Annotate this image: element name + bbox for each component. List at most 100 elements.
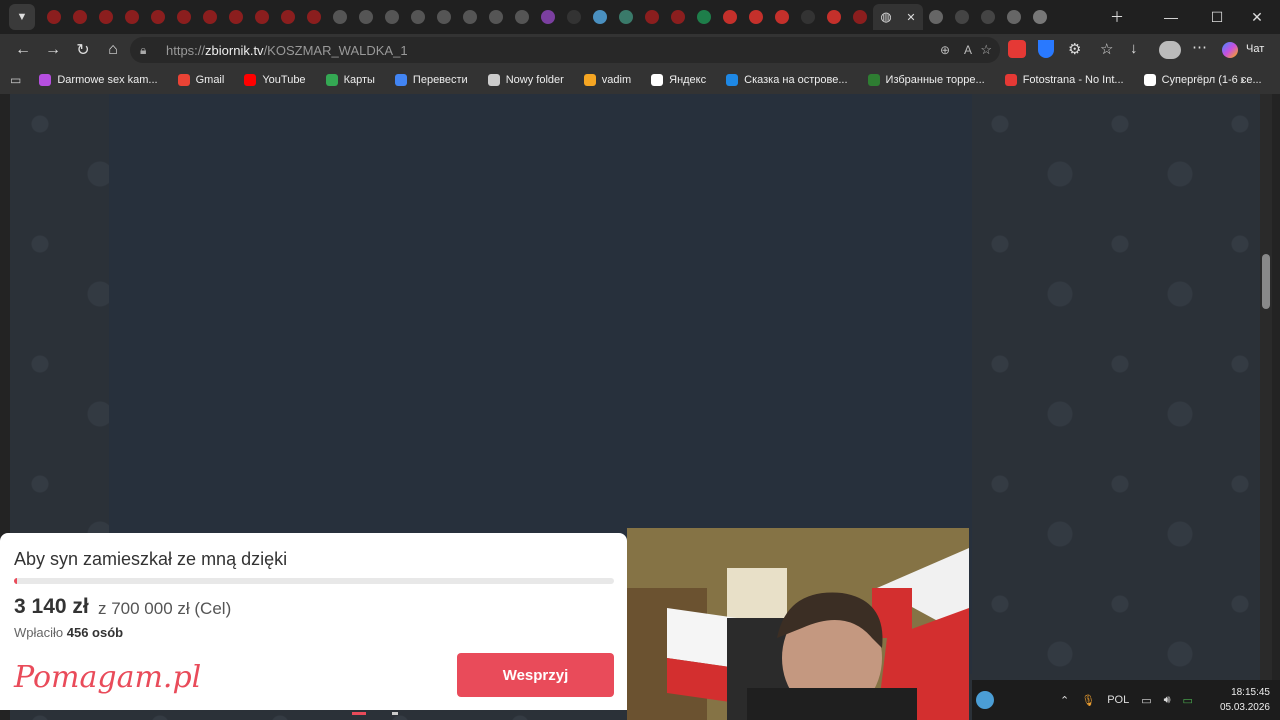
browser-tab[interactable] [847, 4, 873, 30]
browser-tab[interactable] [119, 4, 145, 30]
home-button[interactable]: ⌂ [98, 35, 128, 65]
clock[interactable]: 18:15:45 05.03.2026 [1220, 685, 1270, 715]
extension-red-icon[interactable] [1008, 40, 1026, 58]
browser-tab[interactable] [145, 4, 171, 30]
browser-tab[interactable] [275, 4, 301, 30]
support-button[interactable]: Wesprzyj [457, 653, 614, 697]
browser-tab[interactable] [353, 4, 379, 30]
bookmark-item[interactable]: Darmowe sex kam... [39, 74, 158, 86]
browser-tab[interactable] [509, 4, 535, 30]
browser-tab[interactable] [949, 4, 975, 30]
browser-tab[interactable] [743, 4, 769, 30]
browser-tab[interactable] [379, 4, 405, 30]
browser-tab[interactable] [171, 4, 197, 30]
browser-tab[interactable] [535, 4, 561, 30]
bookmark-item[interactable]: Сказка на острове... [726, 74, 848, 86]
browser-tab[interactable] [93, 4, 119, 30]
shield-extension-icon[interactable] [1038, 40, 1054, 58]
browser-tab[interactable] [457, 4, 483, 30]
bookmark-favicon-icon [867, 74, 880, 86]
bookmarks-overflow-chevron-icon[interactable]: › [1240, 71, 1245, 87]
bookmark-item[interactable]: Избранные торре... [867, 74, 985, 86]
browser-tab[interactable] [717, 4, 743, 30]
new-tab-button[interactable]: ＋ [1094, 0, 1140, 34]
browser-tab[interactable] [327, 4, 353, 30]
browser-tab[interactable] [923, 4, 949, 30]
collections-icon[interactable]: ▭ [10, 73, 21, 87]
tab-favicon-icon [307, 10, 321, 24]
copilot-label[interactable]: Чат [1246, 43, 1264, 55]
back-button[interactable]: ← [8, 35, 38, 65]
bookmark-item[interactable]: Gmail [177, 74, 224, 86]
browser-tab[interactable] [223, 4, 249, 30]
bookmark-item[interactable]: Карты [325, 74, 375, 86]
bookmark-item[interactable]: vadim [583, 74, 632, 86]
browser-tab[interactable] [197, 4, 223, 30]
battery-icon[interactable]: ▭ [1183, 694, 1193, 707]
browser-tab[interactable] [821, 4, 847, 30]
browser-tab[interactable] [431, 4, 457, 30]
scrollbar-thumb[interactable] [1262, 254, 1270, 309]
browser-tab[interactable] [1001, 4, 1027, 30]
webcam-overlay [627, 528, 969, 720]
browser-tab[interactable] [587, 4, 613, 30]
download-icon[interactable]: ↓ [1130, 40, 1138, 57]
language-indicator[interactable]: POL [1107, 694, 1129, 706]
reload-button[interactable]: ↻ [68, 35, 98, 65]
show-hidden-icons-chevron-icon[interactable]: ⌃ [1060, 694, 1069, 707]
tab-favicon-icon [203, 10, 217, 24]
minimize-button[interactable]: — [1148, 0, 1194, 34]
browser-tab[interactable] [975, 4, 1001, 30]
scrollbar[interactable] [1260, 94, 1272, 720]
zoom-icon[interactable]: ⊕ [940, 43, 950, 57]
tab-favicon-icon [1007, 10, 1021, 24]
bookmark-item[interactable]: Перевести [394, 74, 468, 86]
tab-favicon-icon [411, 10, 425, 24]
browser-tab[interactable] [301, 4, 327, 30]
browser-tab[interactable] [769, 4, 795, 30]
bookmark-item[interactable]: Fotostrana - No Int... [1004, 74, 1124, 86]
network-icon[interactable]: ▭ [1141, 694, 1151, 707]
close-tab-icon[interactable]: ✕ [906, 11, 915, 24]
extensions-puzzle-icon[interactable]: ⚙ [1068, 40, 1081, 58]
tab-favicon-icon [671, 10, 685, 24]
tab-favicon-icon [593, 10, 607, 24]
bookmark-item[interactable]: Яндекс [651, 74, 706, 86]
browser-tab[interactable] [561, 4, 587, 30]
bookmark-item[interactable]: YouTube [244, 74, 306, 86]
indicator-active [352, 712, 366, 715]
profile-avatar[interactable] [1159, 41, 1181, 59]
read-aloud-icon[interactable]: A [964, 43, 972, 57]
bookmark-label: Nowy folder [505, 74, 564, 86]
tab-favicon-icon [73, 10, 87, 24]
browser-tab[interactable] [483, 4, 509, 30]
tab-favicon-icon [229, 10, 243, 24]
close-window-button[interactable]: ✕ [1234, 0, 1280, 34]
active-tab[interactable]: ◍ ✕ [873, 4, 923, 30]
address-bar[interactable]: 🔒︎ https://zbiornik.tv/KOSZMAR_WALDKA_1 … [130, 37, 1000, 63]
weather-icon[interactable] [976, 691, 994, 709]
forward-button[interactable]: → [38, 35, 68, 65]
favorites-icon[interactable]: ☆ [1100, 40, 1113, 58]
more-menu-icon[interactable]: ⋯ [1192, 38, 1207, 56]
microphone-icon[interactable]: 🎙︎ [1081, 694, 1095, 707]
browser-tab[interactable] [249, 4, 275, 30]
donation-goal: z 700 000 zł (Cel) [98, 599, 232, 618]
browser-tab[interactable] [405, 4, 431, 30]
browser-tab[interactable] [691, 4, 717, 30]
browser-tab[interactable] [795, 4, 821, 30]
favorite-star-icon[interactable]: ☆ [980, 42, 992, 58]
volume-icon[interactable]: 🔊︎ [1164, 694, 1171, 707]
browser-tab[interactable] [67, 4, 93, 30]
bookmark-label: vadim [601, 74, 632, 86]
browser-tab[interactable] [1027, 4, 1053, 30]
tab-actions-dropdown[interactable]: ▼ [9, 4, 35, 30]
browser-tab[interactable] [665, 4, 691, 30]
browser-tab[interactable] [613, 4, 639, 30]
pomagam-logo[interactable]: Pomagam.pl [14, 660, 201, 695]
browser-tab[interactable] [639, 4, 665, 30]
bookmark-item[interactable]: Nowy folder [487, 74, 564, 86]
donation-progress-fill [14, 578, 17, 584]
copilot-icon[interactable] [1222, 42, 1238, 58]
browser-tab[interactable] [41, 4, 67, 30]
